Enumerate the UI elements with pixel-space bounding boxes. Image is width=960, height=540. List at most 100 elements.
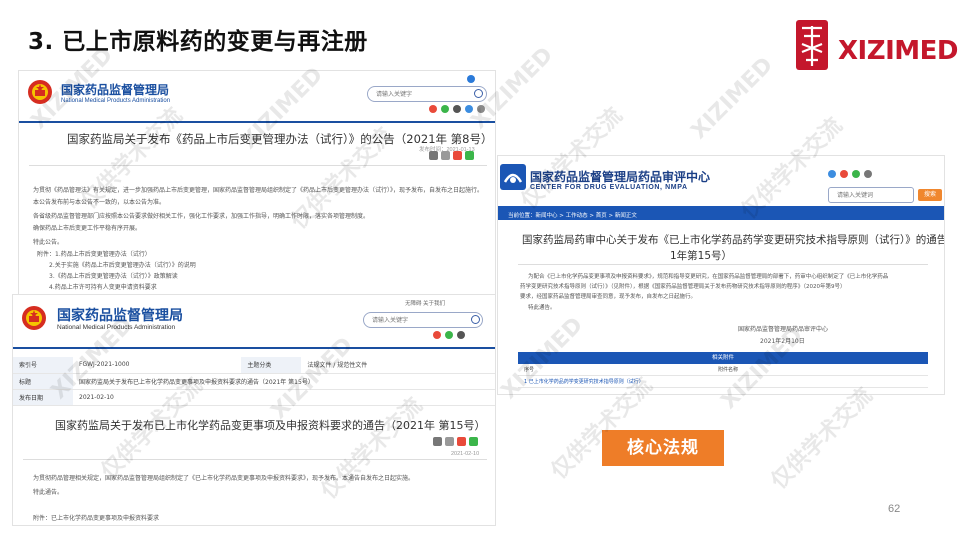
search-input[interactable]: 请输入关键字 <box>363 312 483 328</box>
org-name-cn: 国家药品监督管理局药品审评中心 <box>530 170 711 184</box>
sign-date: 2021年2月10日 <box>760 338 805 345</box>
body-line: 为贯彻药品管理相关规定，国家药品监督管理局组织制定了《已上市化学药品变更事项及申… <box>33 475 415 482</box>
title-divider <box>23 459 487 460</box>
col-name: 附件名称 <box>718 367 739 373</box>
mail-icon[interactable] <box>465 105 473 113</box>
search-button[interactable]: 搜索 <box>918 189 942 201</box>
slide-title: 3. 已上市原料药的变更与再注册 <box>28 29 368 55</box>
logo-text: XIZIMED <box>838 36 958 66</box>
mobile-icon[interactable] <box>453 105 461 113</box>
wechat-icon[interactable] <box>445 331 453 339</box>
body-line: 要求，经国家药品监督管理局审查同意，现予发布，自发布之日起施行。 <box>520 294 697 300</box>
print-icon[interactable] <box>429 151 438 160</box>
org-name-cn: 国家药品监督管理局 <box>61 83 170 97</box>
table-value: 2021-02-10 <box>73 389 495 406</box>
watermark-notice: 仅供学术交流 <box>766 383 878 495</box>
search-icon[interactable] <box>471 315 480 324</box>
title-divider <box>518 264 928 265</box>
core-regulation-badge: 核心法规 <box>602 430 724 466</box>
header-divider <box>13 347 495 349</box>
menu-icon[interactable] <box>477 105 485 113</box>
location-icon[interactable] <box>828 170 836 178</box>
page-number: 62 <box>888 503 901 515</box>
top-icon-row <box>467 75 475 83</box>
nmpa-announcement-screenshot-1: 国家药品监督管理局 National Medical Products Admi… <box>18 70 496 300</box>
app-icon[interactable] <box>467 75 475 83</box>
col-index: 序号 <box>524 367 535 373</box>
body-line: 为配合《已上市化学药品变更事项及申报资料要求》，规范和指导变更研究，在国家药品监… <box>528 274 889 280</box>
table-value: 法规文件 / 规范性文件 <box>301 357 495 374</box>
wechat-icon[interactable] <box>852 170 860 178</box>
brand-logo: XIZIMED <box>792 18 958 74</box>
org-name-en: National Medical Products Administration <box>57 324 176 331</box>
org-name-cn: 国家药品监督管理局 <box>57 308 183 324</box>
wechat-share-icon[interactable] <box>465 151 474 160</box>
attachment-line[interactable]: 2.关于实施《药品上市后变更管理办法（试行）》的说明 <box>49 260 449 269</box>
title-divider <box>29 165 487 166</box>
cde-notice-screenshot: 国家药品监督管理局药品审评中心 CENTER FOR DRUG EVALUATI… <box>497 155 945 395</box>
nmpa-announcement-screenshot-2: 国家药品监督管理局 National Medical Products Admi… <box>12 294 496 526</box>
mobile-icon[interactable] <box>864 170 872 178</box>
table-row: 发布日期 2021-02-10 <box>13 389 495 406</box>
article-tools <box>433 437 478 446</box>
weibo-share-icon[interactable] <box>453 151 462 160</box>
search-input[interactable]: 请输入关键词 <box>828 187 914 203</box>
breadcrumb[interactable]: 当前位置：新闻中心 > 工作动态 > 首页 > 新闻正文 <box>508 211 637 219</box>
body-line: 本公告发布前与本公告不一致的，以本公告为准。 <box>33 199 166 206</box>
attachment-link[interactable]: 附件：已上市化学药品变更事项及申报资料要求 <box>33 513 333 522</box>
print-icon[interactable] <box>433 437 442 446</box>
table-label: 发布日期 <box>13 389 73 406</box>
org-name-en: National Medical Products Administration <box>61 98 171 104</box>
top-icon-row <box>828 170 872 178</box>
table-label: 索引号 <box>13 357 73 374</box>
body-line: 药学变更研究技术指导原则（试行）》（见附件），根据《国家药品监督管理局关于发布药… <box>520 284 846 290</box>
national-emblem-icon <box>28 80 52 104</box>
table-row: 索引号 FGWJ-2021-1000 主题分类 法规文件 / 规范性文件 <box>13 357 495 374</box>
article-title: 国家药监局关于发布已上市化学药品变更事项及申报资料要求的通告（2021年 第15… <box>55 419 486 432</box>
attachment-line[interactable]: 3.《药品上市后变更管理办法（试行）》政策解读 <box>49 271 449 280</box>
cde-logo-icon <box>500 164 526 190</box>
top-links[interactable]: 无障碍 关于我们 <box>405 299 445 307</box>
weibo-icon[interactable] <box>429 105 437 113</box>
article-tools <box>429 151 474 160</box>
body-line: 特此公告。 <box>33 239 64 246</box>
table-label: 标题 <box>13 373 73 390</box>
download-icon[interactable] <box>441 151 450 160</box>
body-line: 特此通告。 <box>33 489 64 496</box>
table-value: FGWJ-2021-1000 <box>73 357 242 374</box>
attachment-line[interactable]: 4.药品上市许可持有人变更申请资料要求 <box>49 282 449 291</box>
watermark-brand: XIZIMED <box>687 53 779 145</box>
table-row: 标题 国家药监局关于发布已上市化学药品变更事项及申报资料要求的通告（2021年 … <box>13 373 495 390</box>
article-title-cont: 1年第15号） <box>670 250 733 262</box>
sign-org: 国家药品监督管理局药品审评中心 <box>738 326 829 333</box>
document-info-table: 索引号 FGWJ-2021-1000 主题分类 法规文件 / 规范性文件 标题 … <box>13 357 495 406</box>
body-line: 确保药品上市后变更工作平稳有序开展。 <box>33 225 142 232</box>
mobile-icon[interactable] <box>457 331 465 339</box>
attachment-header: 相关附件 <box>518 352 928 364</box>
social-icons <box>429 105 485 113</box>
table-value: 国家药监局关于发布已上市化学药品变更事项及申报资料要求的通告（2021年 第15… <box>73 373 495 390</box>
publish-date: 2021-02-10 <box>451 451 480 457</box>
weibo-icon[interactable] <box>840 170 848 178</box>
article-title: 国家药监局药审中心关于发布《已上市化学药品药学变更研究技术指导原则（试行）》的通… <box>522 234 945 246</box>
attachment-link[interactable]: 1 已上市化学药品药学变更研究技术指导原则（试行） <box>524 376 644 388</box>
search-input[interactable]: 请输入关键字 <box>367 86 487 102</box>
national-emblem-icon <box>22 306 46 330</box>
attachment-columns: 序号 附件名称 <box>518 364 928 376</box>
header-divider <box>19 121 495 123</box>
attachment-row[interactable]: 1 已上市化学药品药学变更研究技术指导原则（试行） <box>518 376 928 388</box>
body-line: 特此通告。 <box>528 305 556 311</box>
body-line: 为贯彻《药品管理法》有关规定，进一步加强药品上市后变更管理，国家药品监督管理局组… <box>33 187 484 194</box>
body-line: 各省级药品监督管理部门应按照本公告要求做好相关工作，强化工作要求，加强工作指导，… <box>33 213 370 220</box>
social-icons <box>433 331 465 339</box>
weibo-icon[interactable] <box>433 331 441 339</box>
table-label: 主题分类 <box>241 357 302 374</box>
wechat-icon[interactable] <box>441 105 449 113</box>
download-icon[interactable] <box>445 437 454 446</box>
wechat-share-icon[interactable] <box>469 437 478 446</box>
search-icon[interactable] <box>474 89 483 98</box>
org-name-en: CENTER FOR DRUG EVALUATION, NMPA <box>530 184 688 191</box>
weibo-share-icon[interactable] <box>457 437 466 446</box>
attachment-line[interactable]: 附件：1.药品上市后变更管理办法（试行） <box>37 249 437 258</box>
seal-icon <box>796 20 828 70</box>
